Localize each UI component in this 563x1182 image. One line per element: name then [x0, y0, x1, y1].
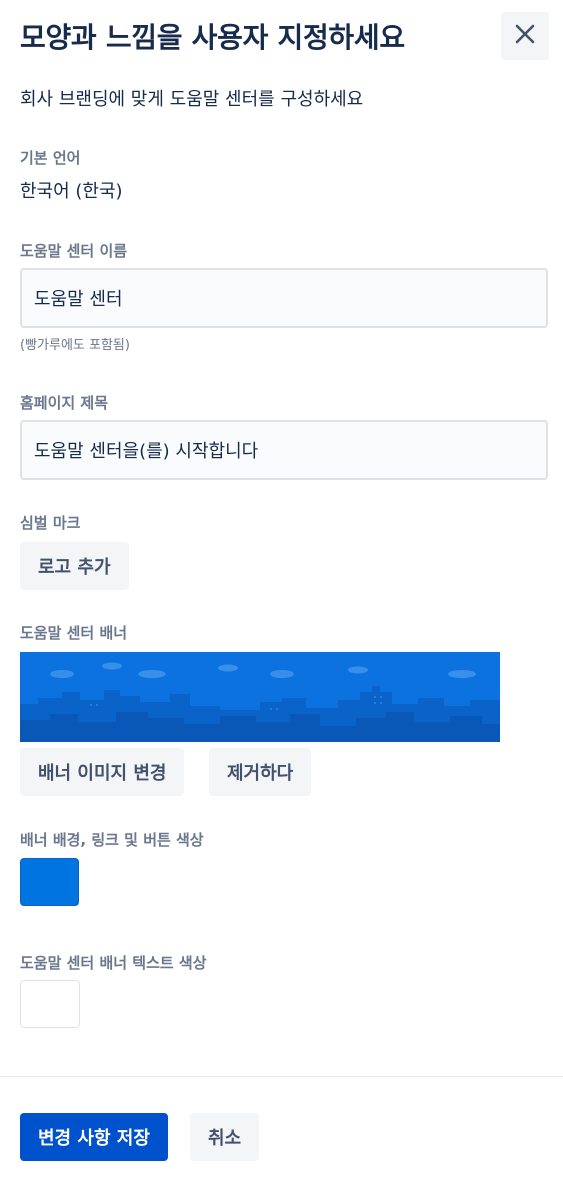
footer-divider [0, 1076, 563, 1077]
help-center-name-input[interactable] [20, 268, 548, 328]
help-center-name-label: 도움말 센터 이름 [20, 242, 128, 260]
close-button[interactable] [501, 12, 549, 60]
panel-header: 모양과 느낌을 사용자 지정하세요 [20, 12, 549, 62]
banner-text-color-label: 도움말 센터 배너 텍스트 색상 [20, 954, 207, 972]
default-language-value: 한국어 (한국) [20, 181, 123, 202]
homepage-title-input[interactable] [20, 420, 548, 480]
default-language-label: 기본 언어 [20, 149, 81, 167]
banner-label: 도움말 센터 배너 [20, 624, 128, 642]
remove-banner-button[interactable]: 제거하다 [209, 748, 312, 796]
help-center-name-helper: (빵가루에도 포함됨) [20, 338, 130, 353]
change-banner-image-button[interactable]: 배너 이미지 변경 [20, 748, 185, 796]
save-changes-button[interactable]: 변경 사항 저장 [20, 1113, 168, 1161]
customize-look-panel: 모양과 느낌을 사용자 지정하세요 회사 브랜딩에 맞게 도움말 센터를 구성하… [0, 0, 563, 1182]
cancel-button[interactable]: 취소 [190, 1113, 260, 1161]
banner-image [20, 652, 500, 742]
page-title: 모양과 느낌을 사용자 지정하세요 [20, 21, 405, 54]
close-icon [514, 23, 536, 49]
banner-color-swatch[interactable] [20, 858, 79, 906]
logo-label: 심벌 마크 [20, 514, 81, 532]
page-subtitle: 회사 브랜딩에 맞게 도움말 센터를 구성하세요 [20, 89, 364, 110]
homepage-title-label: 홈페이지 제목 [20, 394, 109, 412]
add-logo-button[interactable]: 로고 추가 [20, 542, 129, 590]
banner-color-label: 배너 배경, 링크 및 버튼 색상 [20, 831, 204, 849]
banner-text-color-swatch[interactable] [20, 980, 80, 1028]
